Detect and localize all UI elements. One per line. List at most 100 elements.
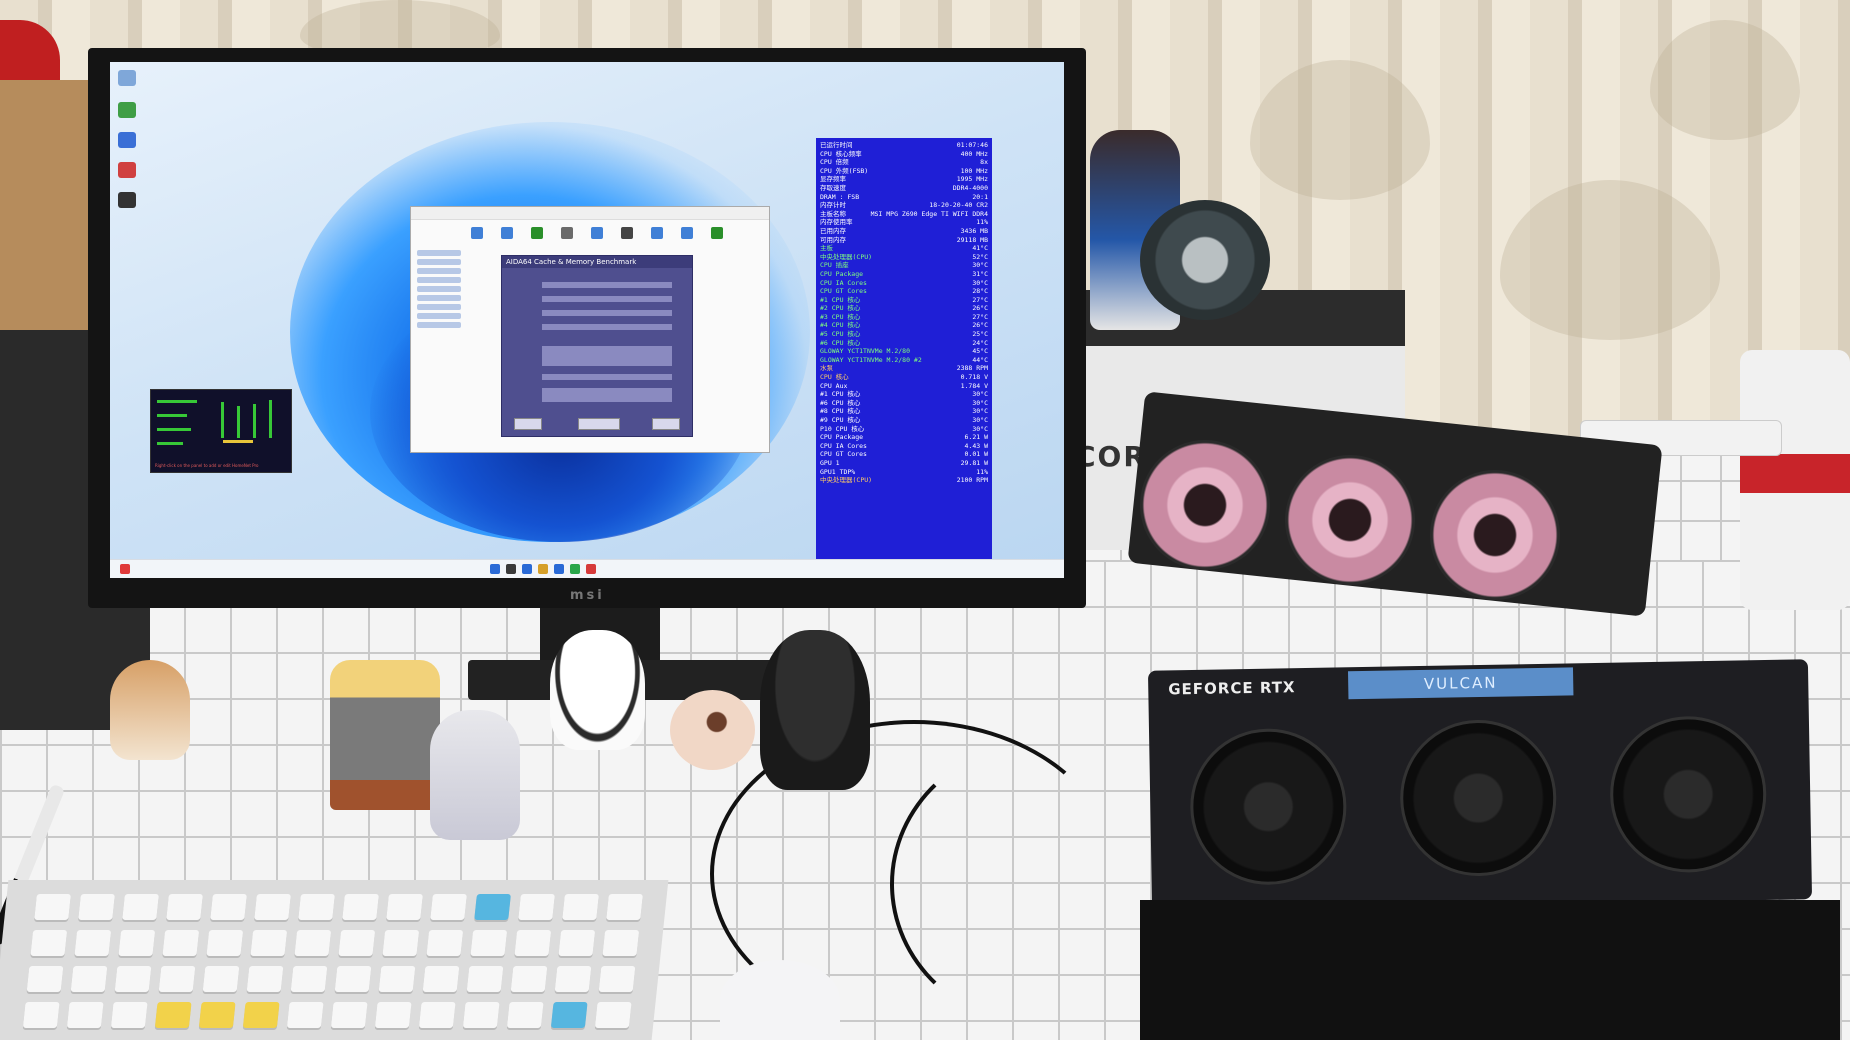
keyboard-key <box>426 930 464 956</box>
keyboard-key <box>470 930 508 956</box>
widget-level <box>221 402 224 438</box>
osd-value: MSI MPG Z690 Edge TI WIFI DDR4 <box>870 209 988 218</box>
osd-value: 29118 MB <box>956 235 988 244</box>
keyboard-key <box>430 894 467 920</box>
osd-label: #4 CPU 核心 <box>820 321 861 330</box>
osd-value: 100 MHz <box>960 166 988 175</box>
dialog-button[interactable] <box>578 418 620 430</box>
toolbar-icon[interactable] <box>711 227 723 239</box>
keyboard-key <box>202 966 240 992</box>
toolbar-icon[interactable] <box>651 227 663 239</box>
explorer-window[interactable]: AIDA64 Cache & Memory Benchmark <box>410 206 770 453</box>
widget-bar <box>157 442 183 445</box>
toolbar-icon[interactable] <box>531 227 543 239</box>
osd-row: 水泵 2388 RPM <box>820 364 988 373</box>
taskbar-app-icon[interactable] <box>554 564 564 574</box>
taskbar-app-icon[interactable] <box>490 564 500 574</box>
taskbar <box>110 559 1064 578</box>
toolbar-icon[interactable] <box>681 227 693 239</box>
osd-row: GPU1 TDP% 11% <box>820 468 988 477</box>
keyboard-key <box>166 894 203 920</box>
keyboard-key <box>554 966 592 992</box>
osd-label: CPU IA Cores <box>820 441 867 450</box>
taskbar-app-icon[interactable] <box>570 564 580 574</box>
keyboard-key <box>462 1002 500 1028</box>
monitor-screen: AIDA64 Cache & Memory Benchmark Right-cl… <box>110 62 1064 578</box>
widget-bar <box>223 440 253 443</box>
mouse <box>720 960 840 1040</box>
taskbar-app-icon[interactable] <box>506 564 516 574</box>
taskbar-app-icon[interactable] <box>522 564 532 574</box>
osd-value: 1.784 V <box>960 381 988 390</box>
window-title-bar[interactable] <box>411 207 769 220</box>
aida64-benchmark-dialog[interactable]: AIDA64 Cache & Memory Benchmark <box>501 255 693 437</box>
widget-level <box>253 404 256 438</box>
keyboard-key <box>562 894 599 920</box>
desktop-icon[interactable] <box>118 132 136 148</box>
toolbar-icon[interactable] <box>561 227 573 239</box>
desktop-icon[interactable] <box>118 192 136 208</box>
osd-label: CPU Aux <box>820 381 848 390</box>
toolbar-icon[interactable] <box>591 227 603 239</box>
navigation-tree[interactable] <box>417 247 461 387</box>
osd-row: CPU 核心频率 400 MHz <box>820 150 988 159</box>
tree-item[interactable] <box>417 250 461 256</box>
toolbar-icon[interactable] <box>621 227 633 239</box>
dialog-button[interactable] <box>652 418 680 430</box>
osd-value: 1995 MHz <box>956 175 988 184</box>
osd-label: CPU Package <box>820 269 864 278</box>
osd-value: 52°C <box>972 252 988 261</box>
osd-label: CPU Package <box>820 433 864 442</box>
tree-item[interactable] <box>417 322 461 328</box>
dialog-button[interactable] <box>514 418 542 430</box>
toolbar-icon[interactable] <box>471 227 483 239</box>
keyboard-key <box>518 894 555 920</box>
osd-value: 31°C <box>972 269 988 278</box>
desktop-icon[interactable] <box>118 102 136 118</box>
osd-label: 内存使用率 <box>820 218 853 227</box>
tree-item[interactable] <box>417 259 461 265</box>
osd-value: 26°C <box>972 304 988 313</box>
osd-value: 30°C <box>972 261 988 270</box>
osd-label: DRAM : FSB <box>820 192 860 201</box>
window-toolbar <box>461 227 761 247</box>
radiator-fan <box>1285 455 1415 585</box>
keyboard-key <box>474 894 511 920</box>
keyboard-key <box>242 1002 280 1028</box>
keyboard-key <box>162 930 200 956</box>
osd-row: GLOWAY YCT1TNVMe M.2/80 45°C <box>820 347 988 356</box>
osd-label: CPU 核心频率 <box>820 149 862 158</box>
osd-value: 30°C <box>972 278 988 287</box>
tree-item[interactable] <box>417 268 461 274</box>
osd-label: 内存计时 <box>820 201 846 210</box>
osd-row: #4 CPU 核心 26°C <box>820 321 988 330</box>
osd-label: 水泵 <box>820 364 833 373</box>
toolbar-icon[interactable] <box>501 227 513 239</box>
tree-item[interactable] <box>417 295 461 301</box>
tree-item[interactable] <box>417 286 461 292</box>
figurine-stormtrooper <box>550 630 645 750</box>
osd-value: 30°C <box>972 390 988 399</box>
osd-row: CPU IA Cores 30°C <box>820 279 988 288</box>
tree-item[interactable] <box>417 304 461 310</box>
osd-label: GPU1 TDP% <box>820 467 856 476</box>
osd-row: #8 CPU 核心 30°C <box>820 407 988 416</box>
osd-label: 主板 <box>820 244 833 253</box>
desktop-icon[interactable] <box>118 70 136 86</box>
tree-item[interactable] <box>417 277 461 283</box>
keyboard-key <box>466 966 504 992</box>
tree-item[interactable] <box>417 313 461 319</box>
osd-value: 20:1 <box>972 192 988 201</box>
keyboard-key <box>70 966 108 992</box>
keyboard-key <box>210 894 247 920</box>
keyboard-key <box>422 966 460 992</box>
keyboard-key <box>550 1002 588 1028</box>
start-icon[interactable] <box>120 564 130 574</box>
osd-value: 30°C <box>972 424 988 433</box>
widget-level <box>269 400 272 438</box>
desktop-icon[interactable] <box>118 162 136 178</box>
keyboard-key <box>158 966 196 992</box>
taskbar-app-icon[interactable] <box>586 564 596 574</box>
taskbar-app-icon[interactable] <box>538 564 548 574</box>
osd-value: 6.21 W <box>964 433 988 442</box>
